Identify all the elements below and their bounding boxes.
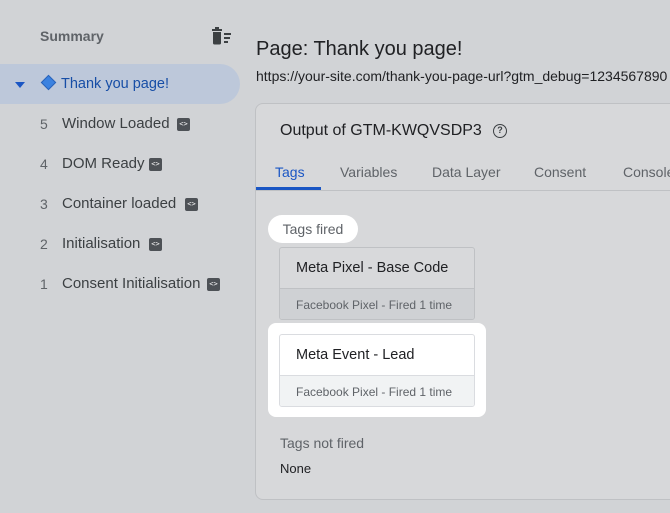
tab-data-layer[interactable]: Data Layer [432, 164, 500, 180]
help-icon[interactable]: ? [493, 124, 507, 138]
event-label: Consent Initialisation [62, 275, 201, 292]
sidebar-item-label: Thank you page! [61, 76, 170, 92]
event-label: Initialisation [62, 235, 141, 252]
tab-variables[interactable]: Variables [340, 164, 397, 180]
sidebar-item-initialisation[interactable]: 2 Initialisation <> [0, 224, 240, 264]
event-number: 5 [40, 116, 48, 132]
sidebar-item-dom-ready[interactable]: 4 DOM Ready <> [0, 144, 240, 184]
sidebar-item-consent-initialisation[interactable]: 1 Consent Initialisation <> [0, 264, 240, 304]
sidebar-item-window-loaded[interactable]: 5 Window Loaded <> [0, 104, 240, 144]
tag-name: Meta Pixel - Base Code [296, 260, 449, 276]
tag-status: Facebook Pixel - Fired 1 time [280, 375, 474, 406]
event-number: 4 [40, 156, 48, 172]
code-icon: <> [185, 198, 198, 211]
tab-consent[interactable]: Consent [534, 164, 586, 180]
code-icon: <> [149, 158, 162, 171]
tabs-divider [256, 190, 670, 191]
code-icon: <> [177, 118, 190, 131]
caret-down-icon[interactable] [14, 81, 26, 89]
tag-card-meta-pixel-base-code[interactable]: Meta Pixel - Base Code Facebook Pixel - … [279, 247, 475, 320]
tags-not-fired-label: Tags not fired [280, 435, 365, 451]
page-url: https://your-site.com/thank-you-page-url… [256, 68, 668, 84]
tab-console[interactable]: Console [623, 164, 670, 180]
summary-label[interactable]: Summary [40, 28, 104, 44]
tags-fired-label: Tags fired [268, 215, 358, 243]
event-label: Container loaded [62, 195, 177, 212]
tag-status: Facebook Pixel - Fired 1 time [280, 288, 474, 319]
code-icon: <> [149, 238, 162, 251]
tag-name: Meta Event - Lead [296, 347, 415, 363]
event-label: DOM Ready [62, 155, 145, 172]
tag-card-meta-event-lead[interactable]: Meta Event - Lead Facebook Pixel - Fired… [279, 334, 475, 407]
sidebar-item-container-loaded[interactable]: 3 Container loaded <> [0, 184, 240, 224]
panel-title: Output of GTM-KWQVSDP3 [280, 122, 482, 139]
tags-not-fired-value: None [280, 461, 312, 476]
event-number: 2 [40, 236, 48, 252]
event-number: 1 [40, 276, 48, 292]
page-title: Page: Thank you page! [256, 38, 463, 60]
delete-sweep-icon[interactable] [208, 26, 232, 46]
event-label: Window Loaded [62, 115, 170, 132]
code-icon: <> [207, 278, 220, 291]
sidebar: Summary Thank you page! 5 Window Loaded … [0, 0, 244, 513]
event-number: 3 [40, 196, 48, 212]
tab-tags[interactable]: Tags [275, 164, 305, 180]
